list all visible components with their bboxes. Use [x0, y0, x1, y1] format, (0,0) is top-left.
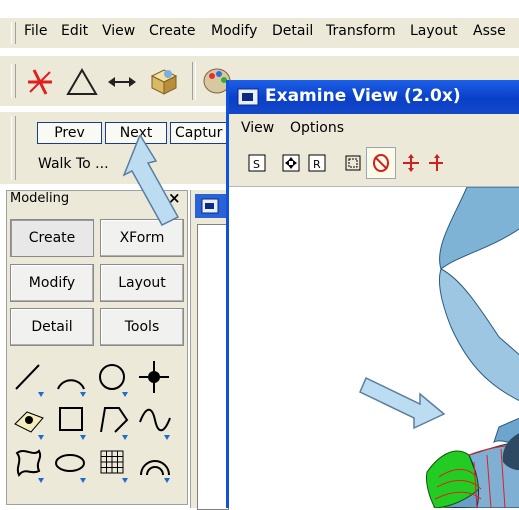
examine-view-titlebar[interactable]: Examine View (2.0x): [229, 80, 519, 114]
triangle-icon[interactable]: [66, 66, 98, 98]
3d-model-view: [426, 187, 519, 508]
detail-button[interactable]: Detail: [10, 308, 94, 346]
s-icon[interactable]: S: [247, 153, 267, 173]
menu-layout[interactable]: Layout: [410, 23, 458, 39]
fillet-icon[interactable]: [137, 445, 173, 485]
prev-button[interactable]: Prev: [37, 122, 102, 144]
rotate-button[interactable]: [366, 147, 396, 179]
modeling-panel: Modeling × Create XForm Modify Layout De…: [6, 189, 188, 505]
svg-text:R: R: [313, 158, 321, 171]
walk-toolbar: Prev Next Captur Walk To ...: [0, 112, 245, 184]
snap-cross-icon[interactable]: [24, 66, 56, 98]
menu-view[interactable]: View: [102, 23, 135, 39]
box-icon[interactable]: [343, 153, 363, 173]
menu-detail[interactable]: Detail: [272, 23, 313, 39]
menu-create[interactable]: Create: [149, 23, 196, 39]
point-icon[interactable]: [137, 359, 173, 399]
axis-icon[interactable]: [427, 153, 447, 173]
toolbar-grip[interactable]: [11, 64, 16, 98]
xform-button[interactable]: XForm: [100, 219, 184, 257]
arc-icon[interactable]: [53, 359, 89, 399]
modify-button[interactable]: Modify: [10, 264, 94, 302]
examine-view-menubar: View Options: [229, 114, 519, 142]
examine-view-toolbar: S R: [229, 142, 519, 187]
examine-view-title: Examine View (2.0x): [265, 86, 461, 106]
menu-file[interactable]: File: [24, 23, 47, 39]
background-window-content: [197, 224, 229, 510]
window-app-icon: [201, 198, 219, 214]
menubar-grip[interactable]: [11, 22, 16, 44]
menu-edit[interactable]: Edit: [61, 23, 88, 39]
tools-button[interactable]: Tools: [100, 308, 184, 346]
background-window: [190, 190, 229, 510]
surface-point-icon[interactable]: [11, 402, 47, 442]
blob-icon[interactable]: [11, 445, 47, 485]
line-icon[interactable]: [11, 359, 47, 399]
part-box-icon[interactable]: [146, 64, 180, 98]
main-menu-bar: File Edit View Create Modify Detail Tran…: [0, 18, 519, 48]
r-icon[interactable]: R: [307, 153, 327, 173]
grid-icon[interactable]: [95, 445, 131, 485]
close-icon[interactable]: ×: [168, 189, 181, 207]
walk-toolbar-grip[interactable]: [11, 116, 16, 180]
walk-to-button[interactable]: Walk To ...: [38, 156, 109, 172]
menu-options[interactable]: Options: [290, 120, 344, 136]
polyline-icon[interactable]: [95, 402, 131, 442]
layout-button[interactable]: Layout: [100, 264, 184, 302]
create-button[interactable]: Create: [10, 219, 94, 257]
examine-view-window: Examine View (2.0x) View Options S R: [226, 80, 519, 508]
circle-icon[interactable]: [95, 359, 131, 399]
menu-modify[interactable]: Modify: [211, 23, 257, 39]
spline-icon[interactable]: [137, 402, 173, 442]
rotate-icon: [373, 154, 389, 172]
svg-text:S: S: [253, 158, 260, 171]
menu-assembly[interactable]: Asse: [473, 23, 506, 39]
rectangle-icon[interactable]: [53, 402, 89, 442]
viewport-canvas[interactable]: [229, 187, 519, 508]
menu-view[interactable]: View: [241, 120, 274, 136]
dimension-icon[interactable]: [106, 66, 138, 98]
window-app-icon: [237, 88, 259, 106]
next-button[interactable]: Next: [105, 122, 167, 144]
pan-icon[interactable]: [401, 153, 421, 173]
ellipse-icon[interactable]: [53, 445, 89, 485]
toolbar-separator: [192, 62, 196, 100]
fit-icon[interactable]: [281, 153, 301, 173]
modeling-panel-title: Modeling: [10, 191, 70, 206]
menu-transform[interactable]: Transform: [326, 23, 396, 39]
